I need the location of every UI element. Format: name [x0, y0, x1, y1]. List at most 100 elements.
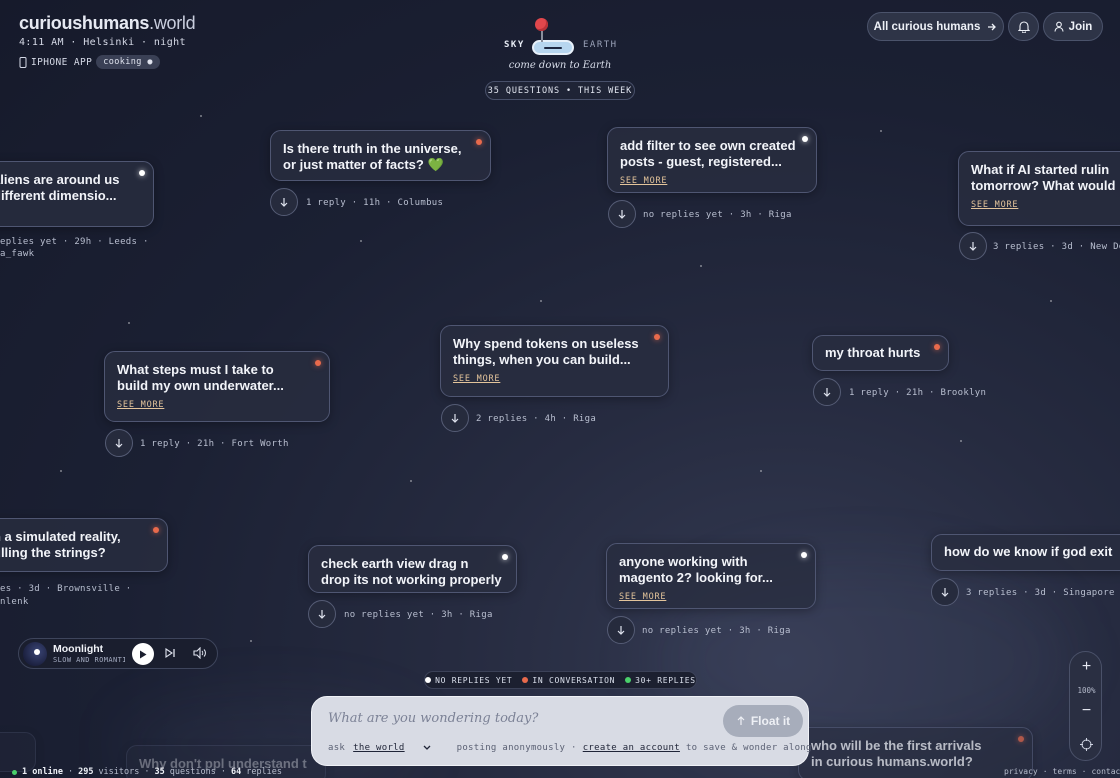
open-replies-button[interactable] [959, 232, 987, 260]
question-text: in curious humans.world? [811, 754, 973, 769]
question-card[interactable]: how do we know if god exit [931, 534, 1120, 571]
online-dot [12, 769, 17, 775]
legend-dot [522, 677, 529, 683]
question-text: What steps must I take to [117, 362, 274, 377]
question-text: add filter to see own created [620, 138, 796, 153]
local-time: 4:11 AM [19, 37, 64, 48]
status-dot [502, 554, 508, 560]
open-replies-button[interactable] [931, 578, 959, 606]
status-legend: NO REPLIES YET IN CONVERSATION 30+ REPLI… [424, 671, 697, 689]
question-text: build my own underwater... [117, 378, 284, 393]
question-text: ulling the strings? [0, 545, 106, 560]
question-card[interactable]: check earth view drag n drop its not wor… [308, 545, 517, 593]
local-city: Helsinki [83, 37, 135, 48]
see-more-link[interactable]: SEE MORE [971, 200, 1120, 210]
star [410, 480, 412, 482]
brand-logo[interactable]: curioushumans.world [19, 13, 196, 34]
play-button[interactable] [132, 643, 154, 665]
question-card[interactable] [0, 732, 36, 772]
question-card[interactable]: aliens are around us different dimensio.… [0, 161, 154, 227]
status-dot [934, 344, 940, 350]
star [540, 300, 542, 302]
float-it-button[interactable]: Float it [723, 705, 803, 737]
star [880, 130, 882, 132]
sky-earth-toggle[interactable] [532, 40, 574, 55]
terms-link[interactable]: terms [1053, 767, 1077, 776]
open-replies-button[interactable] [105, 429, 133, 457]
toggle-handle [544, 47, 562, 49]
earth-label[interactable]: EARTH [583, 40, 618, 50]
brand-name: curioushumans [19, 13, 150, 33]
visitors-label: visitors [98, 767, 140, 777]
star [960, 440, 962, 442]
open-replies-button[interactable] [608, 200, 636, 228]
zoom-in-button[interactable]: + [1070, 658, 1103, 676]
question-card[interactable]: add filter to see own created posts - gu… [607, 127, 817, 193]
question-card[interactable]: Is there truth in the universe, or just … [270, 130, 491, 181]
join-button[interactable]: Join [1043, 12, 1103, 41]
star [360, 240, 362, 242]
question-text: check earth view drag n [321, 556, 469, 571]
question-author: a_fawk [0, 249, 35, 259]
open-replies-button[interactable] [308, 600, 336, 628]
arrow-right-icon [988, 23, 997, 30]
zoom-out-button[interactable]: − [1070, 702, 1103, 720]
see-more-link[interactable]: SEE MORE [619, 592, 803, 602]
track-title: Moonlight [53, 643, 104, 655]
play-icon [140, 650, 147, 658]
question-card[interactable]: who will be the first arrivals in curiou… [798, 727, 1033, 778]
sky-label[interactable]: SKY [504, 40, 525, 50]
scope-value: the world [353, 743, 405, 753]
chevron-down-icon [423, 745, 431, 750]
skip-next-icon[interactable] [164, 647, 176, 659]
posting-anonymously-text: posting anonymously · [456, 743, 577, 753]
privacy-link[interactable]: privacy [1004, 767, 1038, 776]
question-text: What if AI started rulin [971, 162, 1110, 177]
see-more-link[interactable]: SEE MORE [453, 374, 656, 384]
replies-count: 64 [230, 767, 242, 777]
question-card[interactable]: What steps must I take to build my own u… [104, 351, 330, 422]
question-text: posts - guest, registered... [620, 154, 782, 169]
question-text: things, when you can build... [453, 352, 631, 367]
see-more-link[interactable]: SEE MORE [620, 176, 804, 186]
legend-label: IN CONVERSATION [532, 675, 616, 685]
notifications-button[interactable] [1008, 12, 1039, 41]
question-card[interactable]: Why spend tokens on useless things, when… [440, 325, 669, 397]
music-player: Moonlight SLOW AND ROMANTIC [18, 638, 218, 669]
question-meta: 2 replies · 4h · Riga [476, 414, 597, 424]
status-dot [315, 360, 321, 366]
question-card[interactable]: What if AI started rulin tomorrow? What … [958, 151, 1120, 226]
open-replies-button[interactable] [607, 616, 635, 644]
question-input[interactable] [328, 711, 708, 726]
question-card[interactable]: anyone working with magento 2? looking f… [606, 543, 816, 609]
contact-link[interactable]: contact [1091, 767, 1120, 776]
recenter-icon[interactable] [1080, 738, 1093, 751]
toggle-tagline: come down to Earth [508, 60, 612, 71]
ask-label: ask [328, 743, 346, 753]
legend-item: 30+ REPLIES [625, 676, 696, 685]
legend-item: IN CONVERSATION [522, 676, 615, 685]
legend-label: NO REPLIES YET [435, 675, 513, 685]
create-account-link[interactable]: create an account [583, 743, 680, 753]
question-card[interactable]: n a simulated reality, ulling the string… [0, 518, 168, 572]
star [760, 470, 762, 472]
question-meta: no replies yet · 3h · Riga [344, 610, 493, 620]
open-replies-button[interactable] [813, 378, 841, 406]
question-card[interactable]: my throat hurts [812, 335, 949, 371]
scope-select[interactable]: the world [353, 743, 431, 753]
bell-icon [1017, 21, 1030, 33]
all-humans-label: All curious humans [873, 20, 981, 33]
arrow-down-icon [941, 588, 949, 597]
status-dot [802, 136, 808, 142]
star [1050, 300, 1052, 302]
all-curious-humans-button[interactable]: All curious humans [867, 12, 1004, 41]
see-more-link[interactable]: SEE MORE [117, 400, 317, 410]
question-text: who will be the first arrivals [811, 738, 982, 753]
volume-icon[interactable] [193, 647, 207, 659]
open-replies-button[interactable] [270, 188, 298, 216]
brand-tld: .world [149, 13, 196, 33]
arrow-up-icon [737, 716, 745, 725]
question-text: my throat hurts [825, 345, 921, 360]
questions-label: questions [169, 767, 216, 777]
open-replies-button[interactable] [441, 404, 469, 432]
